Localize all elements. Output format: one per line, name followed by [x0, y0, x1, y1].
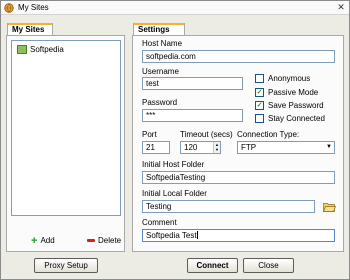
spin-down-icon[interactable]: ▼: [214, 148, 220, 154]
title-bar: My Sites ✕: [1, 1, 349, 15]
my-sites-window: My Sites ✕ My Sites Softpedia + Add Dele…: [0, 0, 350, 280]
port-field[interactable]: 21: [142, 141, 170, 154]
connect-button[interactable]: Connect: [187, 258, 238, 273]
window-title: My Sites: [18, 3, 49, 12]
add-site-button[interactable]: + Add: [31, 234, 55, 247]
add-label: Add: [40, 236, 55, 245]
connection-type-label: Connection Type:: [237, 130, 300, 139]
host-name-label: Host Name: [142, 39, 183, 48]
comment-label: Comment: [142, 218, 177, 227]
checkbox-box[interactable]: [255, 114, 264, 123]
passive-mode-checkbox[interactable]: ✓ Passive Mode: [255, 88, 318, 97]
plus-icon: +: [31, 234, 38, 247]
list-item[interactable]: Softpedia: [17, 45, 64, 54]
initial-local-folder-field[interactable]: Testing: [142, 200, 315, 213]
close-icon[interactable]: ✕: [335, 2, 347, 13]
sites-list[interactable]: Softpedia: [11, 40, 121, 216]
close-button[interactable]: Close: [243, 258, 294, 273]
site-icon: [17, 45, 27, 54]
password-label: Password: [142, 98, 178, 107]
timeout-value: 120: [184, 143, 198, 152]
username-label: Username: [142, 67, 179, 76]
initial-local-folder-label: Initial Local Folder: [142, 189, 207, 198]
text-caret: [196, 231, 198, 239]
anonymous-checkbox[interactable]: Anonymous: [255, 74, 310, 83]
passive-mode-label: Passive Mode: [268, 88, 319, 97]
my-sites-panel: Softpedia + Add Delete: [6, 35, 125, 252]
chevron-down-icon[interactable]: ▼: [326, 142, 332, 153]
initial-host-folder-label: Initial Host Folder: [142, 160, 205, 169]
stay-connected-checkbox[interactable]: Stay Connected: [255, 114, 325, 123]
connection-type-select[interactable]: FTP ▼: [237, 141, 335, 154]
stay-connected-label: Stay Connected: [268, 114, 325, 123]
spin-buttons[interactable]: ▲ ▼: [213, 142, 220, 153]
site-label: Softpedia: [30, 45, 64, 54]
checkbox-box[interactable]: ✓: [255, 88, 264, 97]
minus-icon: [87, 239, 95, 242]
connection-type-value: FTP: [241, 143, 257, 152]
comment-field[interactable]: Softpedia Test: [142, 229, 335, 242]
delete-site-button[interactable]: Delete: [87, 236, 121, 245]
settings-panel: Host Name softpedia.com Username test An…: [132, 35, 344, 252]
comment-value: Softpedia Test: [146, 231, 197, 240]
initial-host-folder-field[interactable]: SoftpediaTesting: [142, 171, 335, 184]
globe-icon: [4, 2, 14, 13]
checkbox-box[interactable]: [255, 74, 264, 83]
save-password-label: Save Password: [268, 101, 324, 110]
checkbox-box[interactable]: ✓: [255, 101, 264, 110]
host-name-field[interactable]: softpedia.com: [142, 50, 335, 63]
timeout-label: Timeout (secs): [180, 130, 233, 139]
proxy-setup-button[interactable]: Proxy Setup: [34, 258, 98, 273]
port-label: Port: [142, 130, 157, 139]
delete-label: Delete: [98, 236, 122, 245]
username-field[interactable]: test: [142, 77, 243, 90]
password-field[interactable]: ***: [142, 109, 243, 122]
folder-open-icon[interactable]: [322, 201, 336, 213]
timeout-stepper[interactable]: 120 ▲ ▼: [180, 141, 221, 154]
save-password-checkbox[interactable]: ✓ Save Password: [255, 101, 324, 110]
anonymous-label: Anonymous: [268, 74, 311, 83]
